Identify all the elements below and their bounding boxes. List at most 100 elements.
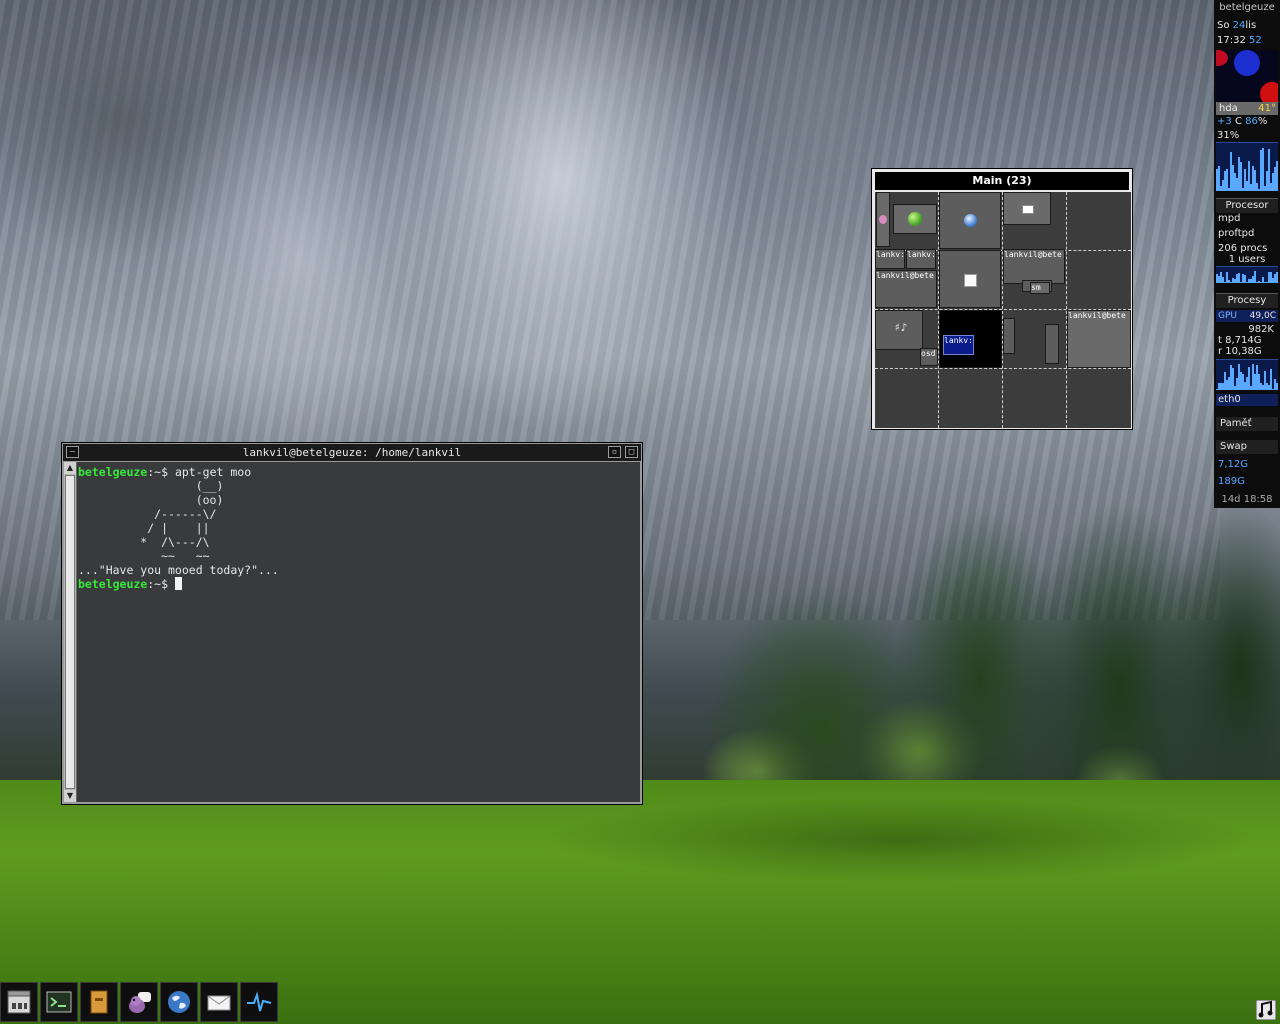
pager-window[interactable]	[939, 250, 1001, 308]
month-name: lis	[1245, 20, 1257, 31]
pager-window-label: osd	[921, 349, 936, 358]
cow-message: ..."Have you mooed today?"...	[78, 563, 279, 577]
pager-window[interactable]	[1003, 318, 1015, 354]
user-count: 1 users	[1228, 254, 1266, 265]
pager-window-label: lankv:	[907, 250, 936, 259]
terminal-icon	[46, 991, 72, 1013]
terminal-content[interactable]: betelgeuze :~$ apt-get moo (__) (oo) /---…	[77, 462, 640, 802]
hda-temperature: hda 41°	[1216, 102, 1278, 115]
terminal-title: lankvil@betelgeuze: /home/lankvil	[242, 446, 462, 459]
hostname: betelgeuze	[1219, 2, 1275, 13]
status-orbs-graphic	[1216, 50, 1278, 102]
pager-window[interactable]: lankv:	[939, 310, 1002, 368]
section-procesy: Procesy	[1216, 293, 1278, 308]
cpu-temp-value: 86	[1245, 116, 1258, 127]
file-cabinet-icon[interactable]	[0, 982, 38, 1022]
pager-window[interactable]: lankvil@bete	[1067, 310, 1131, 368]
file-cabinet-icon	[7, 990, 31, 1014]
mail-icon	[207, 995, 231, 1011]
pager-window[interactable]	[939, 192, 1001, 249]
browser-globe-icon[interactable]	[160, 982, 198, 1022]
pager-window[interactable]	[1003, 192, 1051, 225]
command-text: apt-get moo	[168, 465, 252, 479]
pager-window[interactable]: lankvil@bete	[875, 270, 937, 308]
graph-bar	[1240, 162, 1242, 191]
clock-hm: 17:32	[1217, 35, 1246, 46]
scrollbar-thumb[interactable]	[65, 475, 75, 789]
clock-display: 17:32 52	[1217, 35, 1280, 46]
pager-window[interactable]: lankvil@bete	[1003, 249, 1065, 284]
graph-bar	[1276, 272, 1278, 283]
top-process-2: proftpd	[1218, 228, 1255, 239]
terminal-titlebar[interactable]: — lankvil@betelgeuze: /home/lankvil ▫ □	[63, 444, 641, 461]
hda-label: hda	[1219, 103, 1238, 114]
application-dock	[0, 982, 280, 1022]
cow-ascii-art: (__) (oo) /------\/ / | || * /\---/\ ~~ …	[140, 479, 224, 563]
pager-window[interactable]: lankv:	[906, 249, 936, 269]
gpu-temperature: GPU 49,0C	[1216, 310, 1278, 322]
window-menu-button[interactable]: —	[66, 446, 79, 458]
mem-stat-2: t 8,714G	[1218, 335, 1262, 346]
gpu-temp-value: 49,0C	[1249, 311, 1276, 321]
green-circle-icon	[908, 212, 922, 226]
date-display: So 24lis	[1217, 20, 1280, 31]
pager-window-label: lankvil@bete	[1068, 311, 1126, 320]
prompt-host: betelgeuze	[78, 465, 148, 479]
net-label: eth0	[1218, 394, 1241, 405]
cpu-delta: +3	[1217, 116, 1232, 127]
pager-window[interactable]: ♯♪	[875, 310, 923, 350]
scroll-down-arrow-icon[interactable]: ▼	[64, 790, 76, 802]
cpu-temp-unit: %	[1257, 116, 1268, 127]
audio-wave-icon[interactable]	[240, 982, 278, 1022]
folder-icon	[90, 990, 108, 1014]
section-procesor: Procesor	[1216, 198, 1278, 213]
cpu-usage: 31%	[1217, 130, 1240, 141]
folder-icon[interactable]	[80, 982, 118, 1022]
pager-window-label: lankvil@bete	[876, 271, 934, 280]
pidgin-icon	[129, 992, 151, 1013]
cpu-temp-line: +3 C 86%	[1217, 116, 1280, 127]
desktop-pager[interactable]: Main (23) lankv: lankv: lankvil@bete lan…	[871, 168, 1133, 430]
terminal-icon[interactable]	[40, 982, 78, 1022]
graph-bar	[1262, 148, 1264, 191]
mail-icon	[1022, 205, 1034, 214]
pager-window[interactable]: sm	[1030, 282, 1050, 294]
music-note-icon[interactable]	[1256, 1000, 1276, 1020]
iconify-button[interactable]: ▫	[608, 446, 621, 458]
mem-stat-1: 982K	[1248, 324, 1274, 335]
section-swap: Swap	[1216, 440, 1278, 454]
mail-icon[interactable]	[200, 982, 238, 1022]
swap-section-label: Swap	[1220, 441, 1248, 452]
cpu-graph	[1216, 142, 1278, 191]
pager-active-window[interactable]: lankv:	[943, 335, 974, 355]
section-pamet: Paměť	[1216, 417, 1278, 431]
terminal-window[interactable]: — lankvil@betelgeuze: /home/lankvil ▫ □ …	[61, 442, 643, 805]
scroll-up-arrow-icon[interactable]: ▲	[64, 462, 76, 474]
red-orb	[1216, 50, 1228, 66]
top-process-1: mpd	[1218, 213, 1241, 224]
pager-window[interactable]	[1045, 324, 1059, 364]
pager-window[interactable]: lankv:	[875, 249, 905, 269]
network-interface: eth0	[1216, 394, 1278, 406]
terminal-scrollbar[interactable]: ▲ ▼	[64, 462, 77, 802]
pager-divider	[875, 368, 1131, 369]
audio-wave-icon	[247, 991, 272, 1012]
gpu-label: GPU	[1218, 311, 1237, 321]
second-prompt-suffix: :~$	[147, 577, 175, 591]
process-count: 206 procs	[1218, 243, 1268, 254]
red-orb	[1260, 82, 1278, 102]
maximize-button[interactable]: □	[625, 446, 638, 458]
pager-window[interactable]	[876, 192, 890, 247]
pidgin-icon	[879, 215, 887, 224]
graph-bar	[1276, 383, 1278, 390]
pidgin-icon[interactable]	[120, 982, 158, 1022]
network-graph	[1216, 359, 1278, 390]
music-note-icon: ♯♪	[894, 321, 908, 334]
pager-grid[interactable]: lankv: lankv: lankvil@bete lankvil@bete …	[875, 192, 1131, 428]
pager-window[interactable]: osd	[920, 348, 938, 366]
pager-window-label: lankv:	[944, 336, 973, 345]
process-graph	[1216, 266, 1278, 283]
pager-window[interactable]	[893, 204, 937, 234]
browser-globe-icon	[964, 214, 977, 227]
disk-usage-2: 189G	[1218, 476, 1245, 487]
